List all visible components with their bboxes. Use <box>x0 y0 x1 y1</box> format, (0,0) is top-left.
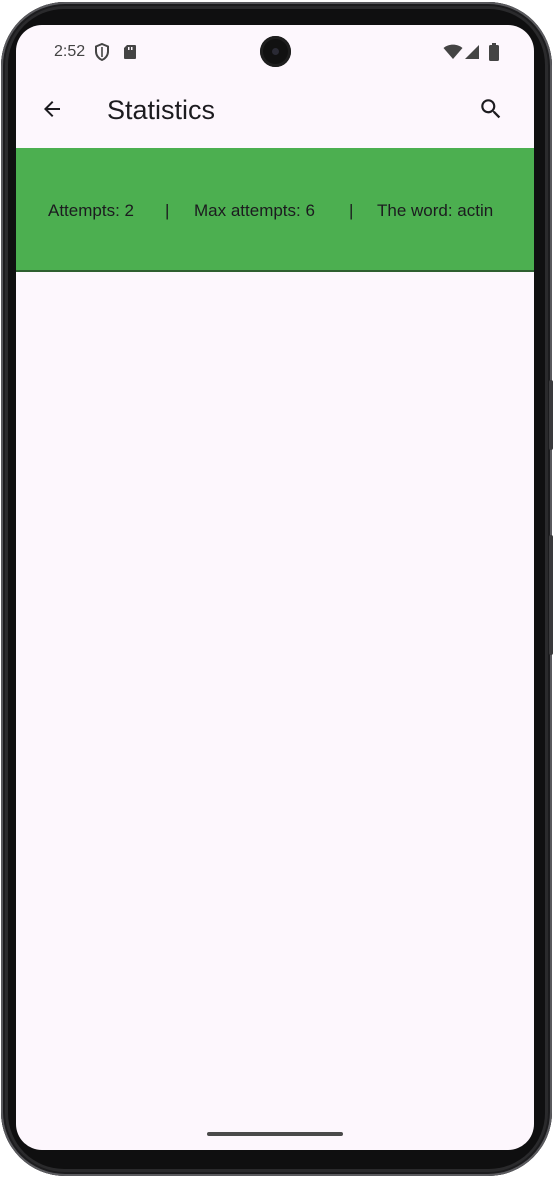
battery-icon <box>489 43 499 66</box>
sd-card-icon <box>123 44 137 65</box>
stats-row: Attempts: 2 | Max attempts: 6 | The word… <box>16 148 534 272</box>
front-camera <box>260 36 291 67</box>
cell-signal-icon <box>464 44 480 65</box>
device: 2:52 Statistics Attempts: 2 | Max attemp… <box>0 0 553 1178</box>
shield-icon <box>94 42 110 66</box>
stats-banner: Attempts: 2 | Max attempts: 6 | The word… <box>16 148 534 272</box>
back-button[interactable] <box>32 91 72 131</box>
status-bar: 2:52 <box>16 25 534 81</box>
screen: 2:52 Statistics Attempts: 2 | Max attemp… <box>16 25 534 1150</box>
home-indicator[interactable] <box>207 1132 343 1136</box>
top-app-bar: Statistics <box>16 81 534 148</box>
power-button <box>549 535 553 655</box>
page-title: Statistics <box>107 95 216 125</box>
wifi-icon <box>443 44 463 65</box>
attempts-label: Attempts: 2 <box>48 201 134 220</box>
word-label: The word: actin <box>377 201 494 220</box>
stats-separator: | <box>165 201 170 220</box>
status-time: 2:52 <box>54 43 86 60</box>
max-attempts-label: Max attempts: 6 <box>194 201 315 220</box>
search-icon <box>478 96 504 127</box>
volume-button <box>549 380 553 450</box>
search-button[interactable] <box>471 91 511 131</box>
arrow-back-icon <box>40 97 64 126</box>
stats-separator: | <box>349 201 354 220</box>
